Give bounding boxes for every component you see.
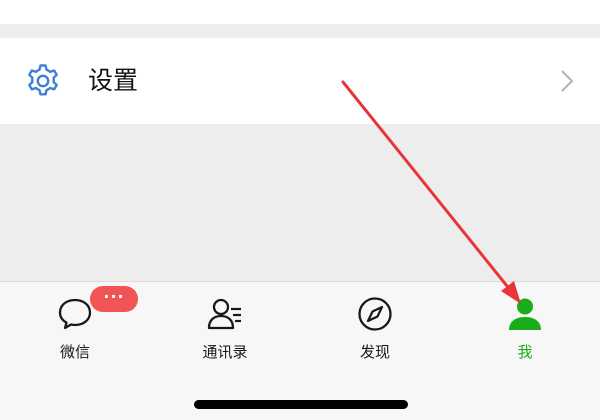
unread-badge: ··· [90, 286, 138, 312]
gear-icon [28, 64, 58, 96]
previous-section-bottom [0, 0, 600, 24]
contacts-icon [207, 298, 241, 330]
home-indicator [194, 400, 408, 409]
tab-label: 我 [517, 343, 533, 361]
compass-icon [358, 297, 392, 331]
tab-discover[interactable]: 发现 [315, 296, 435, 370]
empty-background [0, 124, 600, 281]
section-divider [0, 24, 600, 38]
chat-bubble-icon [58, 298, 92, 330]
settings-label: 设置 [88, 66, 139, 95]
tab-label: 通讯录 [202, 343, 248, 361]
settings-row[interactable]: 设置 [0, 38, 600, 124]
tab-label: 微信 [59, 343, 90, 361]
chevron-right-icon [561, 70, 574, 92]
tab-contacts[interactable]: 通讯录 [165, 296, 285, 370]
person-icon [509, 298, 541, 330]
tab-label: 发现 [359, 343, 390, 361]
tab-me[interactable]: 我 [465, 296, 585, 370]
